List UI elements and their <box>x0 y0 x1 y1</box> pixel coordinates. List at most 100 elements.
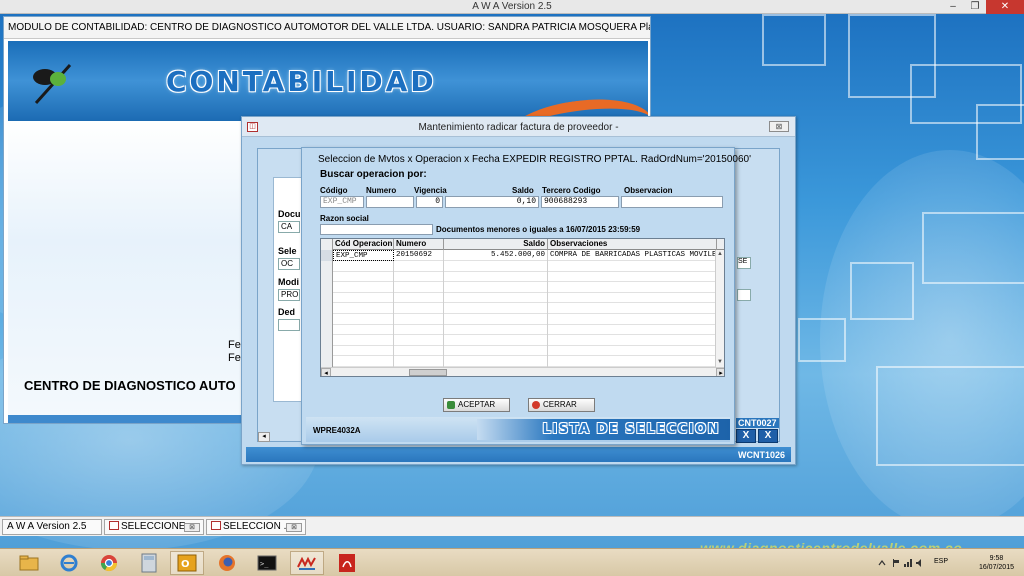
table-row[interactable] <box>321 303 724 314</box>
row-indicator[interactable] <box>321 324 333 336</box>
table-cell[interactable]: 5.452.000,00 <box>444 250 548 261</box>
row-indicator[interactable] <box>321 250 333 261</box>
table-cell[interactable] <box>548 324 717 336</box>
tab-close-icon[interactable]: ⊠ <box>286 523 302 532</box>
tab-close-icon[interactable]: ⊠ <box>184 523 200 532</box>
table-row[interactable] <box>321 324 724 336</box>
row-indicator[interactable] <box>321 313 333 325</box>
table-cell[interactable] <box>333 271 394 283</box>
scroll-thumb[interactable] <box>409 369 447 376</box>
deduccion-field[interactable] <box>278 319 300 331</box>
scroll-down-icon[interactable]: ▼ <box>716 358 724 367</box>
tercero-field[interactable]: 900688293 <box>541 196 619 208</box>
table-cell[interactable] <box>333 313 394 325</box>
table-cell[interactable] <box>444 356 548 367</box>
table-cell[interactable] <box>444 260 548 272</box>
table-cell[interactable] <box>548 260 717 272</box>
table-cell[interactable] <box>394 345 444 357</box>
clock[interactable]: 9:58 16/07/2015 <box>979 554 1014 572</box>
row-indicator[interactable] <box>321 281 333 293</box>
col-numero[interactable]: Numero <box>394 239 444 250</box>
row-indicator[interactable] <box>321 356 333 367</box>
back-x-button-1[interactable]: X <box>736 429 756 443</box>
codigo-field[interactable]: EXP_CMP <box>320 196 364 208</box>
close-dialog-button[interactable]: CERRAR <box>528 398 595 412</box>
table-cell[interactable] <box>548 292 717 304</box>
table-cell[interactable] <box>444 292 548 304</box>
row-indicator[interactable] <box>321 260 333 272</box>
table-cell[interactable] <box>333 324 394 336</box>
table-cell[interactable]: EXP_CMP <box>333 250 394 261</box>
right-field-2[interactable] <box>737 289 751 301</box>
table-cell[interactable] <box>333 281 394 293</box>
table-cell[interactable] <box>444 303 548 314</box>
table-row[interactable] <box>321 345 724 357</box>
table-cell[interactable] <box>394 324 444 336</box>
table-cell[interactable] <box>444 334 548 346</box>
network-icon[interactable] <box>904 558 912 567</box>
table-cell[interactable] <box>333 345 394 357</box>
grid-horizontal-scrollbar[interactable]: ◂ ▸ <box>321 367 724 376</box>
accept-button[interactable]: ACEPTAR <box>443 398 510 412</box>
tab-awa-version[interactable]: A W A Version 2.5 <box>2 519 102 535</box>
tray-arrow-icon[interactable] <box>878 558 886 566</box>
outlook-icon[interactable]: O <box>170 551 204 575</box>
table-cell[interactable] <box>394 292 444 304</box>
documento-field[interactable]: CA <box>278 221 300 233</box>
table-row[interactable] <box>321 281 724 293</box>
table-cell[interactable] <box>394 313 444 325</box>
table-cell[interactable] <box>394 281 444 293</box>
modificar-field[interactable]: PRO <box>278 289 300 301</box>
firefox-icon[interactable] <box>210 551 244 575</box>
table-cell[interactable] <box>548 313 717 325</box>
razon-social-field[interactable] <box>320 224 433 235</box>
terminal-icon[interactable]: >_ <box>250 551 284 575</box>
table-cell[interactable] <box>333 260 394 272</box>
saldo-field[interactable]: 0,10 <box>445 196 539 208</box>
table-row[interactable]: EXP_CMP 20150692 5.452.000,00 COMPRA DE BAR… <box>321 250 724 261</box>
minimize-button[interactable]: – <box>942 0 964 14</box>
table-row[interactable] <box>321 356 724 367</box>
table-cell[interactable] <box>548 303 717 314</box>
table-cell[interactable] <box>444 281 548 293</box>
table-row[interactable] <box>321 334 724 346</box>
table-cell[interactable] <box>333 334 394 346</box>
awa-app-icon[interactable] <box>290 551 324 575</box>
col-saldo[interactable]: Saldo <box>444 239 548 250</box>
table-cell[interactable] <box>333 292 394 304</box>
table-cell[interactable] <box>548 345 717 357</box>
table-cell[interactable] <box>444 313 548 325</box>
close-button[interactable]: ✕ <box>986 0 1024 14</box>
tab-seleccion[interactable]: SELECCION ... ⊠ <box>206 519 306 535</box>
numero-field[interactable] <box>366 196 414 208</box>
internet-explorer-icon[interactable] <box>52 551 86 575</box>
row-indicator[interactable] <box>321 345 333 357</box>
row-indicator[interactable] <box>321 334 333 346</box>
right-field[interactable]: SE <box>737 257 751 269</box>
restore-button[interactable]: ❐ <box>964 0 986 14</box>
table-row[interactable] <box>321 260 724 272</box>
table-cell[interactable]: 20150692 <box>394 250 444 261</box>
table-cell[interactable] <box>548 271 717 283</box>
tab-seleccione[interactable]: SELECCIONE... ⊠ <box>104 519 204 535</box>
table-cell[interactable] <box>444 345 548 357</box>
col-observaciones[interactable]: Observaciones <box>548 239 717 250</box>
language-indicator[interactable]: ESP <box>934 558 948 565</box>
table-cell[interactable] <box>333 356 394 367</box>
table-cell[interactable] <box>394 260 444 272</box>
vigencia-field[interactable]: 0 <box>416 196 443 208</box>
table-cell[interactable] <box>394 303 444 314</box>
observacion-field[interactable] <box>621 196 723 208</box>
table-cell[interactable] <box>394 356 444 367</box>
mantenimiento-close-button[interactable]: ⊠ <box>769 121 789 132</box>
grid-vertical-scrollbar[interactable]: ▲ ▼ <box>715 250 724 367</box>
back-x-button-2[interactable]: X <box>758 429 778 443</box>
scroll-left-icon[interactable]: ◂ <box>321 368 331 376</box>
row-indicator[interactable] <box>321 271 333 283</box>
table-cell[interactable] <box>548 356 717 367</box>
chrome-icon[interactable] <box>92 551 126 575</box>
table-cell[interactable] <box>394 334 444 346</box>
scroll-right-icon[interactable]: ▸ <box>716 368 724 376</box>
flag-icon[interactable] <box>892 558 900 567</box>
pdf-icon[interactable] <box>330 551 364 575</box>
